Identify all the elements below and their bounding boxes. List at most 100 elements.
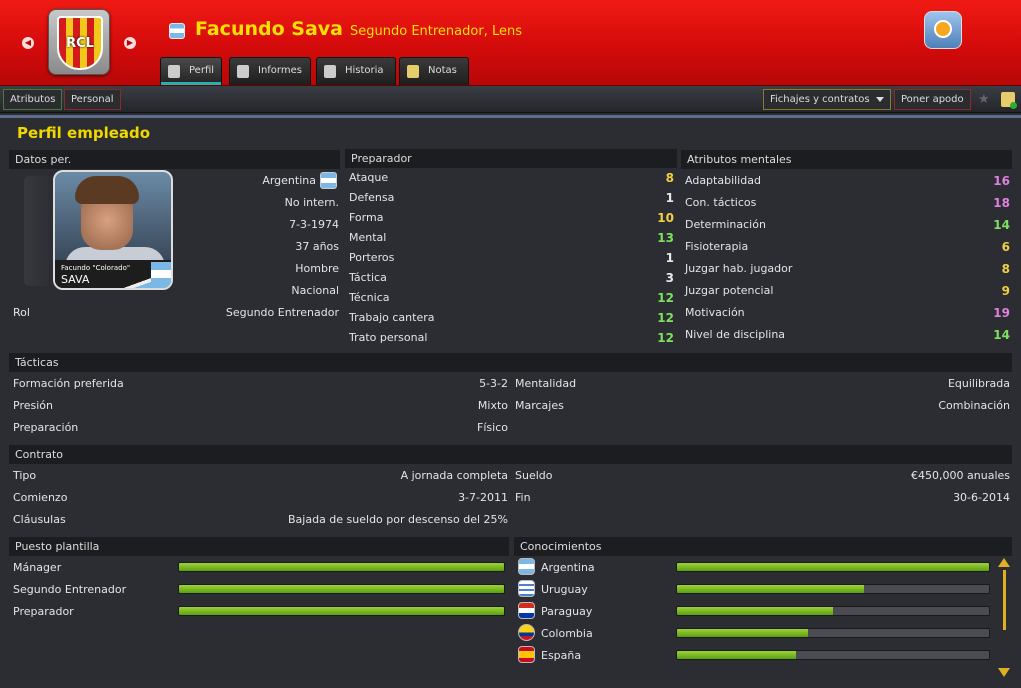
attribute-value: 16 <box>993 174 1010 188</box>
nationality-value[interactable]: Argentina <box>180 174 316 187</box>
fichajes-dropdown[interactable]: Fichajes y contratos <box>763 89 891 110</box>
knowledge-bar <box>676 628 990 638</box>
attribute-value: 13 <box>657 231 674 245</box>
tipo-value: A jornada completa <box>400 469 508 482</box>
sub-toolbar: Atributos Personal Fichajes y contratos … <box>0 86 1021 113</box>
knowledge-label: Colombia <box>541 627 593 640</box>
attribute-label: Determinación <box>685 218 766 231</box>
bar-fill <box>677 629 809 637</box>
attribute-label: Trato personal <box>349 331 428 344</box>
add-note-icon[interactable] <box>1001 92 1017 109</box>
formacion-value: 5-3-2 <box>479 377 508 390</box>
paraguay-flag-icon <box>518 602 535 619</box>
rol-label: Rol <box>13 306 30 319</box>
poner-apodo-button[interactable]: Poner apodo <box>894 89 971 110</box>
profile-header: ◀ RCL ▶ Facundo Sava Segundo Entrenador,… <box>0 0 1021 86</box>
attribute-label: Nivel de disciplina <box>685 328 786 341</box>
attribute-value: 6 <box>1001 240 1010 254</box>
knowledge-label: Argentina <box>541 561 595 574</box>
person-role[interactable]: Segundo Entrenador, Lens <box>350 24 522 39</box>
preparacion-label: Preparación <box>13 421 79 434</box>
attribute-value: 14 <box>993 328 1010 342</box>
scrollbar[interactable] <box>998 558 1010 678</box>
scroll-up-icon[interactable] <box>998 558 1010 567</box>
tab-informes[interactable]: Informes <box>229 57 311 85</box>
status-value: Nacional <box>291 284 339 297</box>
knowledge-bar <box>676 584 990 594</box>
photo-caption-name: SAVA <box>61 273 90 286</box>
knowledge-label: España <box>541 649 582 662</box>
next-arrow-icon[interactable]: ▶ <box>124 37 136 49</box>
preparador-panel-title: Preparador <box>345 149 677 168</box>
tab-label: Informes <box>258 65 302 76</box>
clausulas-value: Bajada de sueldo por descenso del 25% <box>288 513 508 526</box>
tipo-label: Tipo <box>13 469 37 482</box>
bar-fill <box>677 607 833 615</box>
bar-fill <box>677 651 796 659</box>
bar-fill <box>179 585 504 593</box>
preparacion-value: Físico <box>477 421 508 434</box>
attribute-value: 12 <box>657 311 674 325</box>
sueldo-value: €450,000 anuales <box>911 469 1010 482</box>
club-badge[interactable]: RCL <box>48 9 110 75</box>
club-badge-text: RCL <box>66 36 94 51</box>
attribute-label: Defensa <box>349 191 395 204</box>
attribute-label: Porteros <box>349 251 395 264</box>
attribute-label: Motivación <box>685 306 745 319</box>
history-icon <box>324 65 336 78</box>
bar-fill <box>179 563 504 571</box>
attribute-value: 18 <box>993 196 1010 210</box>
previous-arrow-icon[interactable]: ◀ <box>22 37 34 49</box>
formacion-label: Formación preferida <box>13 377 124 390</box>
scroll-thumb[interactable] <box>1003 570 1006 630</box>
attribute-value: 12 <box>657 291 674 305</box>
tab-label: Historia <box>345 65 384 76</box>
datos-panel-title: Datos per. <box>9 150 340 169</box>
attribute-value: 12 <box>657 331 674 345</box>
comienzo-label: Comienzo <box>13 491 68 504</box>
atributos-button[interactable]: Atributos <box>3 89 63 110</box>
attribute-value: 19 <box>993 306 1010 320</box>
tab-historia[interactable]: Historia <box>316 57 396 85</box>
argentina-flag-icon <box>320 172 337 189</box>
marcajes-value: Combinación <box>938 399 1010 412</box>
attribute-label: Forma <box>349 211 384 224</box>
attribute-value: 9 <box>1001 284 1010 298</box>
role-label: Segundo Entrenador <box>13 583 127 596</box>
page-title: Perfil empleado <box>17 124 151 142</box>
puesto-panel-title: Puesto plantilla <box>9 537 509 556</box>
attribute-label: Trabajo cantera <box>349 311 435 324</box>
attribute-label: Juzgar potencial <box>685 284 774 297</box>
photo-caption: Facundo "Colorado" <box>61 264 131 272</box>
tab-notas[interactable]: Notas <box>399 57 469 85</box>
tab-perfil[interactable]: Perfil <box>160 57 222 85</box>
knowledge-label: Uruguay <box>541 583 588 596</box>
personal-button[interactable]: Personal <box>64 89 121 110</box>
attribute-label: Juzgar hab. jugador <box>685 262 793 275</box>
competition-logo-icon[interactable] <box>924 11 962 49</box>
role-suitability-bar <box>178 562 505 572</box>
tab-label: Notas <box>428 65 457 76</box>
attribute-value: 3 <box>665 271 674 285</box>
attribute-label: Mental <box>349 231 387 244</box>
star-icon[interactable]: ★ <box>978 92 990 107</box>
notes-icon <box>407 65 419 78</box>
scroll-down-icon[interactable] <box>998 668 1010 677</box>
international-value: No intern. <box>284 196 339 209</box>
spain-flag-icon <box>518 646 535 663</box>
role-label: Mánager <box>13 561 62 574</box>
bar-fill <box>677 585 865 593</box>
photo-shadow <box>24 176 54 286</box>
sueldo-label: Sueldo <box>515 469 553 482</box>
role-suitability-bar <box>178 584 505 594</box>
fin-value: 30-6-2014 <box>953 491 1010 504</box>
mentalidad-label: Mentalidad <box>515 377 577 390</box>
colombia-flag-icon <box>518 624 535 641</box>
age-value: 37 años <box>295 240 339 253</box>
contrato-panel-title: Contrato <box>9 445 1012 464</box>
role-suitability-bar <box>178 606 505 616</box>
knowledge-bar <box>676 562 990 572</box>
gender-value: Hombre <box>295 262 339 275</box>
tacticas-panel-title: Tácticas <box>9 353 1012 372</box>
attribute-value: 1 <box>665 191 674 205</box>
